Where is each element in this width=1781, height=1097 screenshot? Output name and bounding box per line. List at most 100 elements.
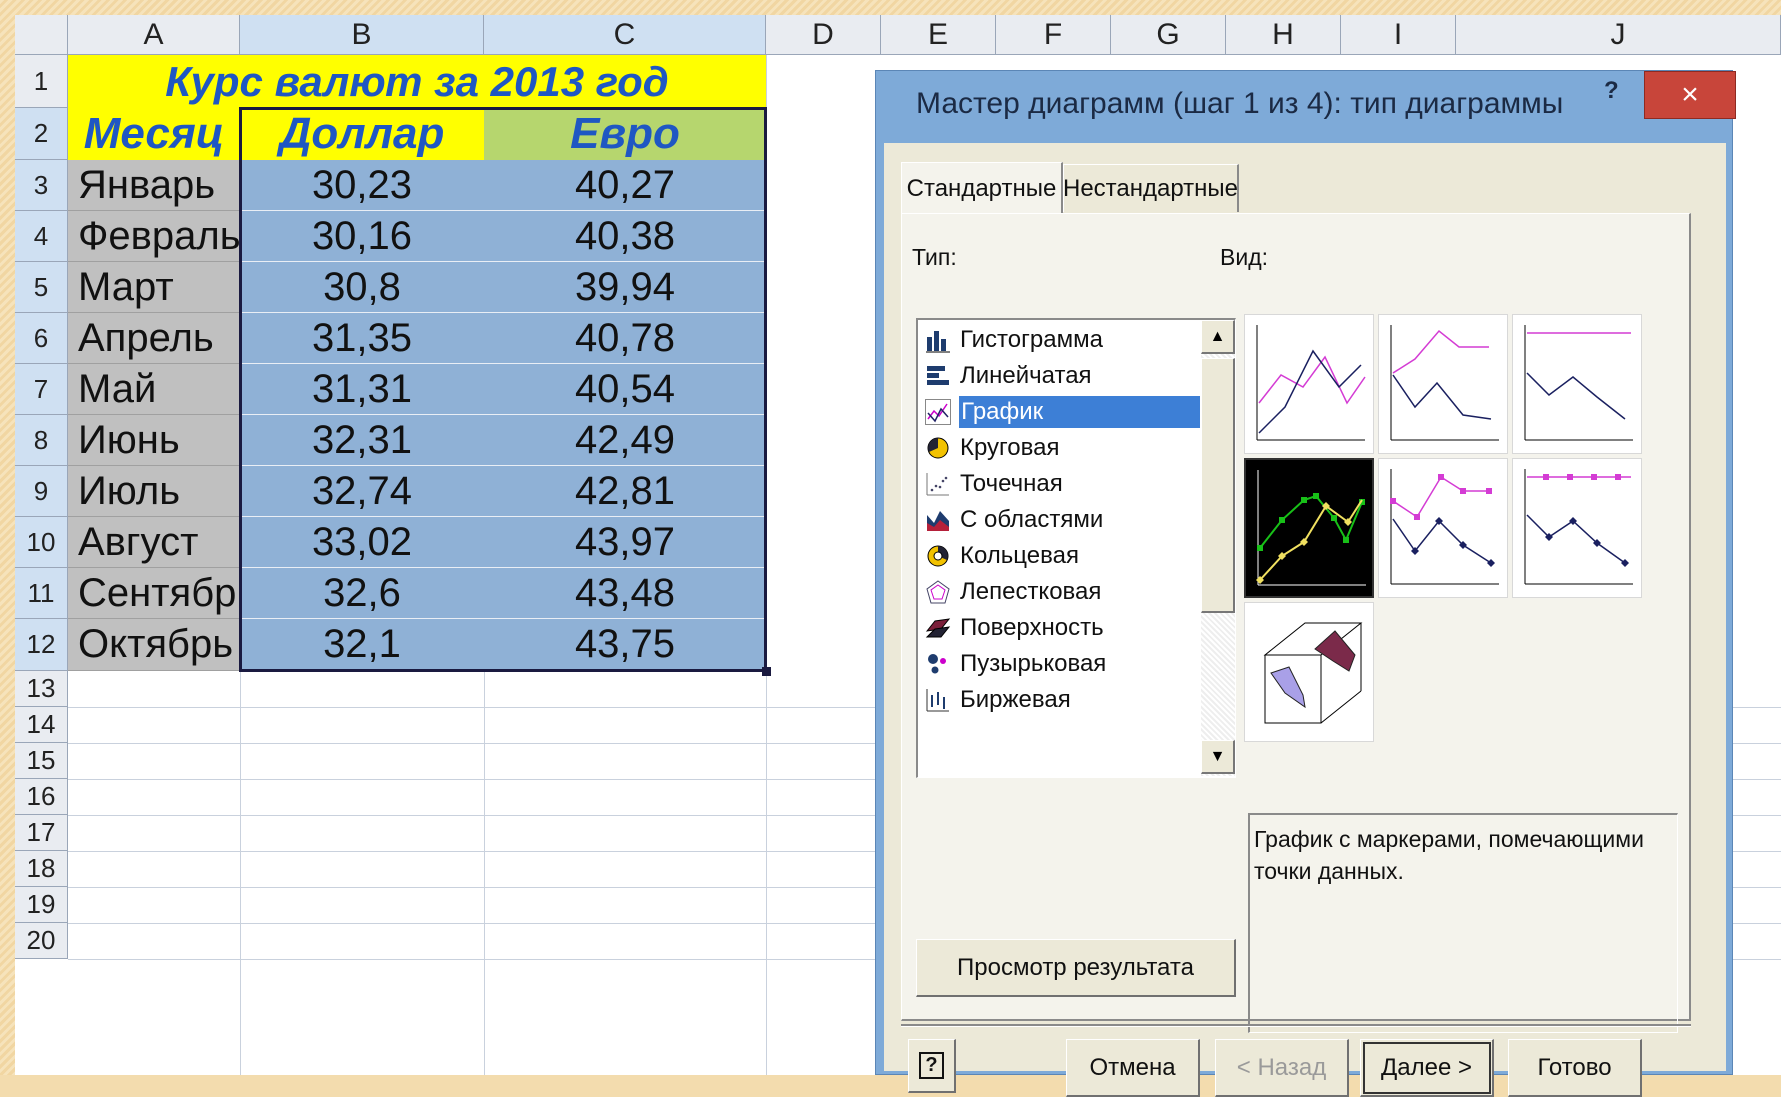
month-cell[interactable]: Январь	[68, 160, 240, 211]
select-all-corner[interactable]	[15, 15, 68, 55]
row-header-15[interactable]: 15	[15, 743, 68, 779]
header-month-cell[interactable]: Месяц	[68, 108, 240, 160]
row-header-14[interactable]: 14	[15, 707, 68, 743]
month-cell[interactable]: Июль	[68, 466, 240, 517]
eur-cell[interactable]: 40,27	[484, 160, 766, 211]
column-header-b[interactable]: B	[240, 15, 484, 55]
month-cell[interactable]: Март	[68, 262, 240, 313]
tab-custom[interactable]: Нестандартные	[1063, 164, 1239, 212]
row-header-12[interactable]: 12	[15, 619, 68, 671]
scroll-thumb[interactable]	[1201, 358, 1235, 613]
row-header-1[interactable]: 1	[15, 55, 68, 108]
chart-type-list[interactable]: Гистограмма Линейчатая График Круговая Т…	[916, 318, 1236, 778]
subtype-line[interactable]	[1244, 314, 1374, 454]
header-usd-cell[interactable]: Доллар	[240, 108, 484, 160]
chart-type-bubble[interactable]: Пузырьковая	[918, 644, 1200, 684]
subtype-stacked-line[interactable]	[1378, 314, 1508, 454]
eur-cell[interactable]: 42,49	[484, 415, 766, 466]
eur-cell[interactable]: 40,54	[484, 364, 766, 415]
table-title-cell[interactable]: Курс валют за 2013 год	[68, 55, 766, 108]
chart-type-surface[interactable]: Поверхность	[918, 608, 1200, 648]
subtype-100-line[interactable]	[1512, 314, 1642, 454]
row-header-19[interactable]: 19	[15, 887, 68, 923]
column-header-g[interactable]: G	[1111, 15, 1226, 55]
eur-cell[interactable]: 43,75	[484, 619, 766, 671]
column-header-i[interactable]: I	[1341, 15, 1456, 55]
usd-cell[interactable]: 31,35	[240, 313, 484, 364]
help-icon[interactable]: ?	[1604, 77, 1619, 105]
column-header-d[interactable]: D	[766, 15, 881, 55]
row-header-7[interactable]: 7	[15, 364, 68, 415]
row-header-3[interactable]: 3	[15, 160, 68, 211]
office-assistant-help-button[interactable]: ?	[908, 1039, 956, 1093]
chart-type-stock[interactable]: Биржевая	[918, 680, 1200, 720]
close-button[interactable]: ×	[1644, 71, 1736, 119]
chart-type-bar[interactable]: Линейчатая	[918, 356, 1200, 396]
finish-button[interactable]: Готово	[1508, 1039, 1642, 1097]
subtype-100-line-markers[interactable]	[1512, 458, 1642, 598]
scroll-down-arrow-icon[interactable]: ▼	[1201, 740, 1235, 774]
usd-cell[interactable]: 33,02	[240, 517, 484, 568]
usd-cell[interactable]: 32,31	[240, 415, 484, 466]
chart-type-radar[interactable]: Лепестковая	[918, 572, 1200, 612]
usd-cell[interactable]: 32,1	[240, 619, 484, 671]
usd-cell[interactable]: 32,74	[240, 466, 484, 517]
row-header-10[interactable]: 10	[15, 517, 68, 568]
chart-type-scatter[interactable]: Точечная	[918, 464, 1200, 504]
usd-cell[interactable]: 31,31	[240, 364, 484, 415]
chart-type-pie[interactable]: Круговая	[918, 428, 1200, 468]
chart-type-line[interactable]: График	[918, 392, 1200, 432]
column-header-j[interactable]: J	[1456, 15, 1781, 55]
row-header-4[interactable]: 4	[15, 211, 68, 262]
column-header-a[interactable]: A	[68, 15, 240, 55]
header-eur-cell[interactable]: Евро	[484, 108, 766, 160]
month-cell[interactable]: Февраль	[68, 211, 240, 262]
column-header-c[interactable]: C	[484, 15, 766, 55]
subtype-line-markers-selected[interactable]	[1244, 458, 1374, 598]
row-header-13[interactable]: 13	[15, 671, 68, 707]
eur-cell[interactable]: 43,48	[484, 568, 766, 619]
chart-type-column[interactable]: Гистограмма	[918, 320, 1200, 360]
usd-cell[interactable]: 30,23	[240, 160, 484, 211]
usd-cell[interactable]: 32,6	[240, 568, 484, 619]
month-cell[interactable]: Сентябрь	[68, 568, 240, 619]
month-cell[interactable]: Июнь	[68, 415, 240, 466]
chart-type-doughnut[interactable]: Кольцевая	[918, 536, 1200, 576]
row-header-20[interactable]: 20	[15, 923, 68, 959]
column-header-h[interactable]: H	[1226, 15, 1341, 55]
row-header-9[interactable]: 9	[15, 466, 68, 517]
month-cell[interactable]: Октябрь	[68, 619, 240, 671]
month-cell[interactable]: Апрель	[68, 313, 240, 364]
type-list-scrollbar[interactable]: ▲ ▼	[1201, 320, 1235, 776]
fill-handle[interactable]	[762, 667, 771, 676]
eur-cell[interactable]: 40,78	[484, 313, 766, 364]
row-header-2[interactable]: 2	[15, 108, 68, 160]
subtype-stacked-line-markers[interactable]	[1378, 458, 1508, 598]
month-cell[interactable]: Май	[68, 364, 240, 415]
row-header-6[interactable]: 6	[15, 313, 68, 364]
subtype-3d-line[interactable]	[1244, 602, 1374, 742]
tab-standard[interactable]: Стандартные	[901, 162, 1063, 214]
next-button[interactable]: Далее >	[1360, 1039, 1494, 1097]
row-header-16[interactable]: 16	[15, 779, 68, 815]
scroll-up-arrow-icon[interactable]: ▲	[1201, 320, 1235, 354]
row-header-5[interactable]: 5	[15, 262, 68, 313]
chart-type-area[interactable]: С областями	[918, 500, 1200, 540]
row-header-18[interactable]: 18	[15, 851, 68, 887]
preview-button[interactable]: Просмотр результата	[916, 939, 1236, 997]
row-header-17[interactable]: 17	[15, 815, 68, 851]
row-header-8[interactable]: 8	[15, 415, 68, 466]
eur-cell[interactable]: 40,38	[484, 211, 766, 262]
row-header-11[interactable]: 11	[15, 568, 68, 619]
eur-cell[interactable]: 42,81	[484, 466, 766, 517]
column-header-e[interactable]: E	[881, 15, 996, 55]
cancel-button[interactable]: Отмена	[1066, 1039, 1200, 1097]
column-header-f[interactable]: F	[996, 15, 1111, 55]
button-separator	[901, 1024, 1691, 1027]
back-button[interactable]: < Назад	[1215, 1039, 1349, 1097]
eur-cell[interactable]: 43,97	[484, 517, 766, 568]
usd-cell[interactable]: 30,8	[240, 262, 484, 313]
month-cell[interactable]: Август	[68, 517, 240, 568]
usd-cell[interactable]: 30,16	[240, 211, 484, 262]
eur-cell[interactable]: 39,94	[484, 262, 766, 313]
